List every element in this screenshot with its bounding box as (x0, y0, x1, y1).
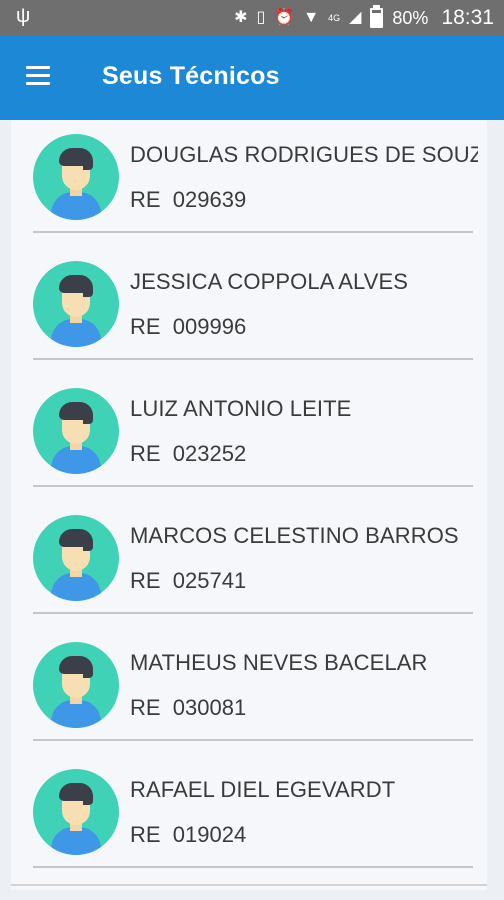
avatar-icon (33, 515, 119, 601)
technician-name: DOUGLAS RODRIGUES DE SOUZA (130, 142, 478, 167)
divider (33, 231, 473, 233)
list-item[interactable]: LUIZ ANTONIO LEITE RE 023252 (11, 374, 487, 501)
bottom-divider (11, 884, 487, 886)
network-type: 4G (328, 13, 341, 23)
technician-re: RE 030081 (130, 695, 247, 720)
list-item[interactable]: JESSICA COPPOLA ALVES RE 009996 (11, 247, 487, 374)
page-title: Seus Técnicos (102, 62, 280, 90)
avatar-icon (33, 134, 119, 220)
technician-name: RAFAEL DIEL EGEVARDT (130, 777, 396, 802)
vibrate-icon: ▯ (256, 9, 266, 26)
technician-re: RE 023252 (130, 441, 247, 466)
alarm-icon: ⏰ (274, 9, 295, 26)
status-bar: ψ ✱ ▯ ⏰ ▼ 4G ◢ 80% 18:31 (0, 0, 504, 36)
status-icons: ✱ ▯ ⏰ ▼ 4G ◢ 80% 18:31 (234, 0, 494, 36)
list-item[interactable]: DOUGLAS RODRIGUES DE SOUZA RE 029639 (11, 120, 487, 247)
bluetooth-icon: ✱ (234, 9, 248, 26)
signal-icon: ◢ (349, 9, 362, 26)
divider (33, 739, 473, 741)
wifi-icon: ▼ (303, 9, 320, 26)
app-bar: Seus Técnicos (0, 36, 504, 120)
avatar-icon (33, 261, 119, 347)
technician-re: RE 019024 (130, 822, 247, 847)
battery-percentage: 80% (392, 8, 429, 28)
usb-icon: ψ (16, 5, 31, 27)
technician-list[interactable]: DOUGLAS RODRIGUES DE SOUZA RE 029639 JES… (11, 120, 487, 890)
divider (33, 485, 473, 487)
avatar-icon (33, 769, 119, 855)
technician-name: MARCOS CELESTINO BARROS (130, 523, 459, 548)
avatar-icon (33, 388, 119, 474)
list-item[interactable]: MATHEUS NEVES BACELAR RE 030081 (11, 628, 487, 755)
list-item[interactable]: MARCOS CELESTINO BARROS RE 025741 (11, 501, 487, 628)
divider (33, 612, 473, 614)
technician-re: RE 029639 (130, 187, 247, 212)
list-item[interactable]: RAFAEL DIEL EGEVARDT RE 019024 (11, 755, 487, 882)
divider (33, 866, 473, 868)
avatar-icon (33, 642, 119, 728)
technician-name: LUIZ ANTONIO LEITE (130, 396, 352, 421)
divider (33, 358, 473, 360)
clock: 18:31 (441, 6, 494, 29)
technician-name: MATHEUS NEVES BACELAR (130, 650, 428, 675)
menu-icon[interactable] (22, 64, 54, 90)
battery-icon (370, 5, 384, 28)
technician-name: JESSICA COPPOLA ALVES (130, 269, 409, 294)
technician-re: RE 009996 (130, 314, 247, 339)
technician-re: RE 025741 (130, 568, 247, 593)
